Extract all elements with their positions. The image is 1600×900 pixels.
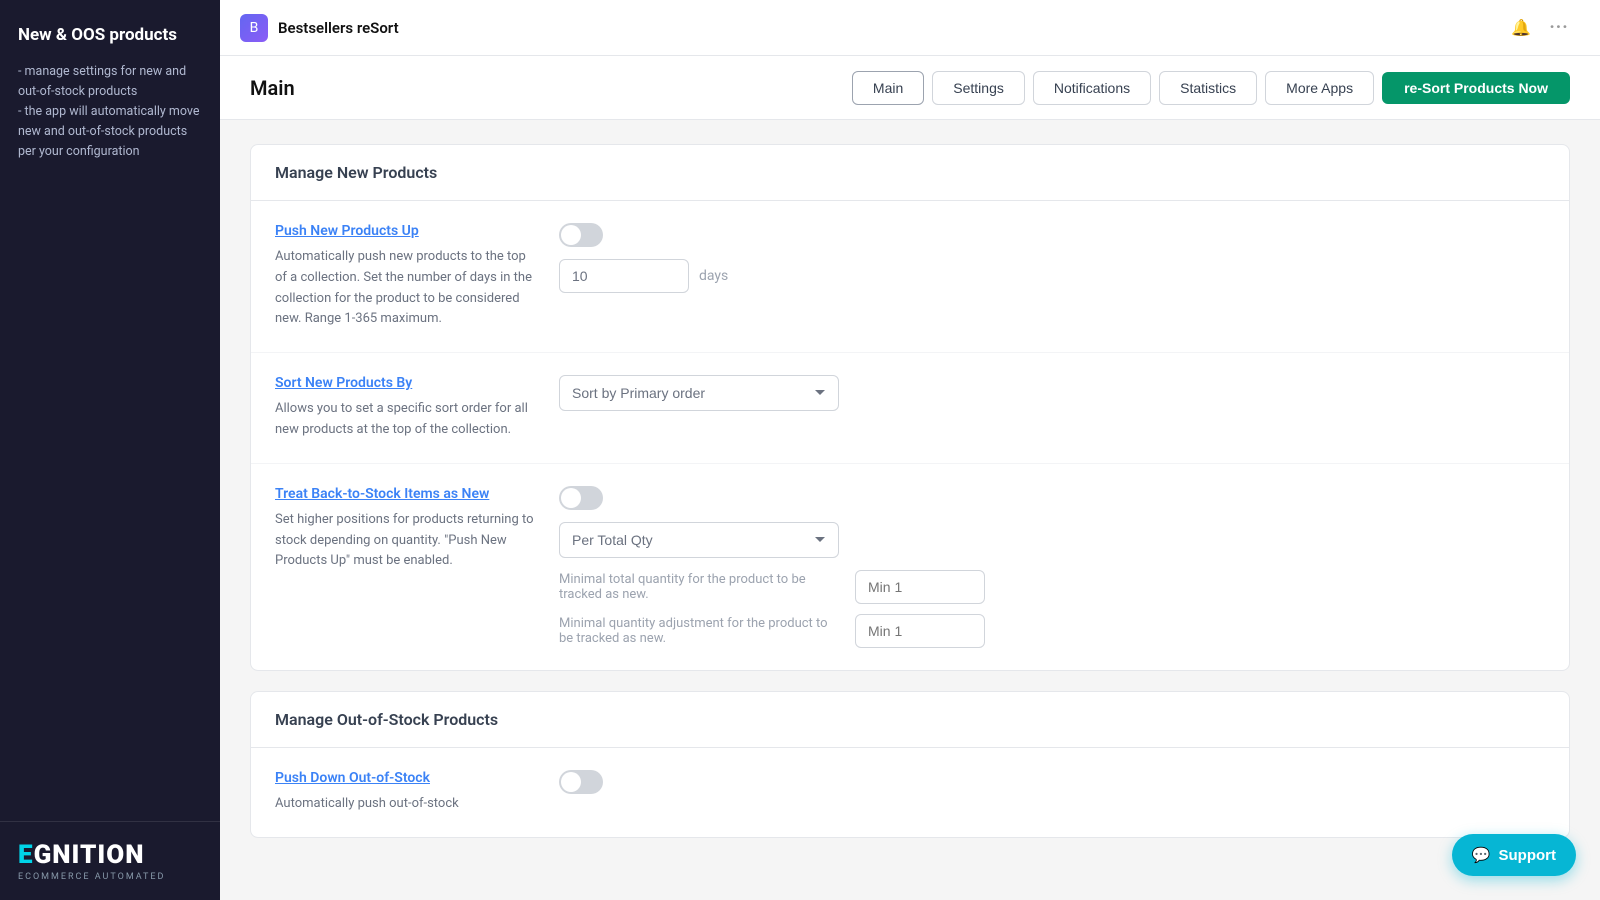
statistics-nav-button[interactable]: Statistics [1159,71,1257,105]
manage-oos-products-card: Manage Out-of-Stock Products Push Down O… [250,691,1570,838]
push-new-up-label: Push New Products Up Automatically push … [275,223,535,330]
treat-back-to-stock-description: Set higher positions for products return… [275,510,535,572]
min-adj-label: Minimal quantity adjustment for the prod… [559,616,839,646]
min-qty-group: Minimal total quantity for the product t… [559,570,1545,604]
more-icon[interactable]: ··· [1544,13,1574,43]
manage-oos-section-title: Manage Out-of-Stock Products [251,692,1569,748]
treat-back-to-stock-row: Treat Back-to-Stock Items as New Set hig… [251,464,1569,670]
push-new-up-row: Push New Products Up Automatically push … [251,201,1569,353]
manage-new-products-card: Manage New Products Push New Products Up… [250,144,1570,671]
push-down-oos-label: Push Down Out-of-Stock Automatically pus… [275,770,535,815]
push-new-up-description: Automatically push new products to the t… [275,247,535,330]
notifications-nav-button[interactable]: Notifications [1033,71,1151,105]
brand-tagline: ECOMMERCE AUTOMATED [18,872,202,882]
sort-new-by-select[interactable]: Sort by Primary order [559,375,839,411]
min-adj-input[interactable] [855,614,985,648]
push-new-up-control: days [559,223,1545,293]
app-name: Bestsellers reSort [278,19,1506,37]
sidebar: New & OOS products - manage settings for… [0,0,220,900]
push-down-oos-row: Push Down Out-of-Stock Automatically pus… [251,748,1569,837]
min-adj-group: Minimal quantity adjustment for the prod… [559,614,1545,648]
min-qty-input[interactable] [855,570,985,604]
min-qty-label: Minimal total quantity for the product t… [559,572,839,602]
push-down-oos-toggle[interactable] [559,770,603,794]
push-down-oos-control [559,770,1545,794]
support-button[interactable]: 💬 Support [1452,834,1576,876]
bell-icon[interactable]: 🔔 [1506,13,1536,43]
manage-new-section-title: Manage New Products [251,145,1569,201]
push-new-up-toggle[interactable] [559,223,603,247]
topbar: B Bestsellers reSort 🔔 ··· [220,0,1600,56]
page-title: Main [250,76,852,100]
push-new-up-days-input[interactable] [559,259,689,293]
support-icon: 💬 [1472,846,1491,864]
support-label: Support [1499,847,1557,864]
sort-new-by-label: Sort New Products By Allows you to set a… [275,375,535,441]
settings-nav-button[interactable]: Settings [932,71,1025,105]
treat-back-to-stock-title[interactable]: Treat Back-to-Stock Items as New [275,486,535,502]
sidebar-title: New & OOS products [18,24,202,46]
topbar-icons: 🔔 ··· [1506,13,1574,43]
treat-back-to-stock-control: Per Total Qty Minimal total quantity for… [559,486,1545,648]
nav-buttons: Main Settings Notifications Statistics M… [852,71,1570,105]
days-label: days [699,268,728,284]
resort-products-button[interactable]: re-Sort Products Now [1382,72,1570,104]
content-area: Manage New Products Push New Products Up… [220,120,1600,900]
treat-back-to-stock-select[interactable]: Per Total Qty [559,522,839,558]
sort-new-by-description: Allows you to set a specific sort order … [275,399,535,441]
sort-new-by-row: Sort New Products By Allows you to set a… [251,353,1569,464]
sort-new-by-control: Sort by Primary order [559,375,1545,411]
more-apps-nav-button[interactable]: More Apps [1265,71,1374,105]
sidebar-description: - manage settings for new and out-of-sto… [18,62,202,162]
brand-logo: EGNITION ECOMMERCE AUTOMATED [18,840,202,882]
treat-back-to-stock-toggle[interactable] [559,486,603,510]
sort-new-by-title[interactable]: Sort New Products By [275,375,535,391]
treat-back-to-stock-label: Treat Back-to-Stock Items as New Set hig… [275,486,535,572]
brand-name: EGNITION [18,840,202,870]
app-icon: B [240,14,268,42]
main-nav-button[interactable]: Main [852,71,924,105]
push-down-oos-description: Automatically push out-of-stock [275,794,535,815]
page-header: Main Main Settings Notifications Statist… [220,56,1600,120]
push-new-up-title[interactable]: Push New Products Up [275,223,535,239]
main-area: B Bestsellers reSort 🔔 ··· Main Main Set… [220,0,1600,900]
push-down-oos-title[interactable]: Push Down Out-of-Stock [275,770,535,786]
